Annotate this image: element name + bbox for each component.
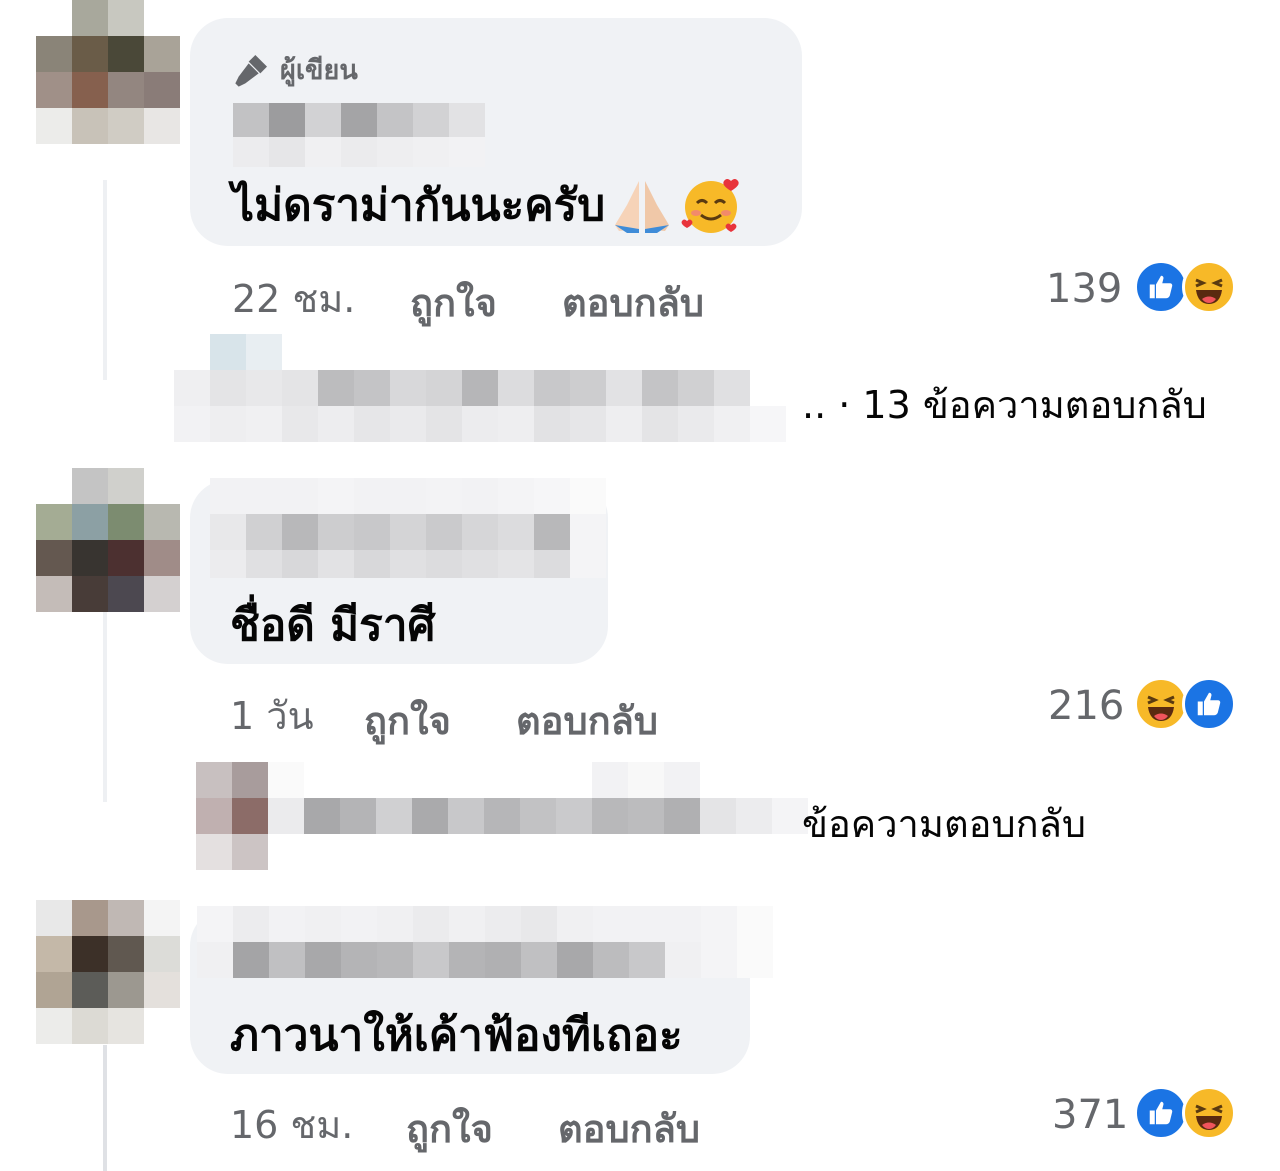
thread-line — [103, 180, 107, 380]
smiling-face-with-hearts-icon — [681, 179, 739, 233]
avatar[interactable] — [36, 0, 180, 144]
avatar[interactable] — [36, 468, 180, 612]
view-replies-link[interactable]: ข้อความตอบกลับ — [802, 793, 1086, 854]
folded-hands-icon — [615, 181, 670, 233]
author-badge-label: ผู้เขียน — [280, 55, 358, 86]
haha-reaction-icon — [1182, 1086, 1236, 1140]
view-replies-link[interactable]: .. · 13 ข้อความตอบกลับ — [802, 374, 1207, 435]
reaction-count[interactable]: 371 — [1052, 1092, 1128, 1138]
like-reaction-icon — [1134, 260, 1188, 314]
haha-reaction-icon — [1182, 260, 1236, 314]
comment-timestamp[interactable]: 22 ชม. — [232, 268, 355, 329]
microphone-icon — [235, 54, 267, 87]
avatar[interactable] — [36, 900, 180, 1044]
like-button[interactable]: ถูกใจ — [406, 1098, 493, 1159]
comment-text: ชื่อดี มีราศี — [230, 600, 436, 651]
reaction-count[interactable]: 216 — [1048, 683, 1124, 729]
reaction-icons[interactable] — [1134, 260, 1236, 314]
redacted-commenter-name[interactable] — [233, 103, 485, 167]
thread-line — [103, 612, 107, 802]
like-reaction-icon — [1182, 677, 1236, 731]
redacted-commenter-name[interactable] — [210, 478, 606, 578]
author-badge: ผู้เขียน — [232, 48, 358, 91]
like-button[interactable]: ถูกใจ — [410, 272, 497, 333]
comment-text: ไม่ดราม่ากันนะครับ — [232, 170, 743, 240]
comment-timestamp[interactable]: 1 วัน — [230, 685, 314, 746]
thread-line — [103, 1045, 107, 1171]
redacted-commenter-name[interactable] — [197, 906, 773, 978]
reply-button[interactable]: ตอบกลับ — [516, 690, 658, 751]
reply-button[interactable]: ตอบกลับ — [562, 272, 704, 333]
redacted-reply-preview[interactable] — [268, 762, 808, 834]
reaction-icons[interactable] — [1134, 677, 1236, 731]
like-button[interactable]: ถูกใจ — [364, 690, 451, 751]
comment-timestamp[interactable]: 16 ชม. — [230, 1094, 353, 1155]
like-reaction-icon — [1134, 1086, 1188, 1140]
reply-avatar[interactable] — [196, 762, 268, 870]
comment-text: ภาวนาให้เค้าฟ้องทีเถอะ — [230, 1010, 683, 1061]
reaction-icons[interactable] — [1134, 1086, 1236, 1140]
reaction-count[interactable]: 139 — [1046, 266, 1122, 312]
redacted-reply-preview[interactable] — [174, 370, 786, 442]
reply-button[interactable]: ตอบกลับ — [558, 1098, 700, 1159]
haha-reaction-icon — [1134, 677, 1188, 731]
